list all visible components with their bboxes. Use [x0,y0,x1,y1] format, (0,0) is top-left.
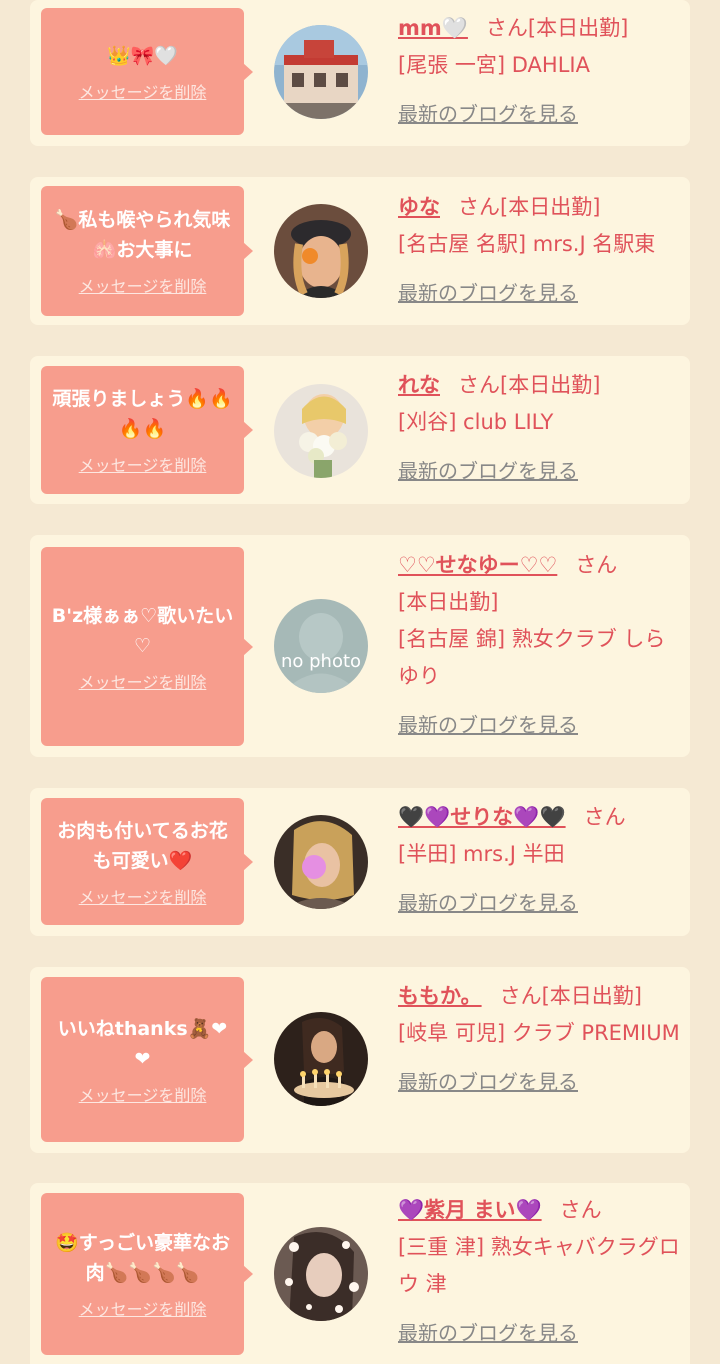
message-bubble: 🤩すっごい豪華なお肉🍗🍗🍗🍗 メッセージを削除 [41,1193,253,1355]
delete-message-link[interactable]: メッセージを削除 [79,273,207,297]
message-text: お肉も付いてるお花も可愛い❤️ [57,819,228,872]
message-bubble: 👑🎀🤍 メッセージを削除 [41,8,253,135]
cast-card: 🤩すっごい豪華なお肉🍗🍗🍗🍗 メッセージを削除 💜紫月 まい💜 さん [三重 津]… [30,1183,690,1364]
area-text: [三重 津] 熟女キャバクラグロウ 津 [398,1235,680,1296]
area-text: [岐阜 可児] クラブ PREMIUM [398,1021,680,1045]
message-bubble: いいねthanks🧸❤❤ メッセージを削除 [41,977,253,1142]
message-bubble: 頑張りましょう🔥🔥🔥🔥 メッセージを削除 [41,366,253,494]
cast-name-link[interactable]: 🖤💜せりな💜🖤 [398,805,566,829]
cast-info: れな さん[本日出勤] [刈谷] club LILY 最新のブログを見る [398,367,683,490]
area-text: [名古屋 名駅] mrs.J 名駅東 [398,232,656,256]
cast-info: 💜紫月 まい💜 さん [三重 津] 熟女キャバクラグロウ 津 最新のブログを見る [398,1192,683,1352]
no-photo-text: no photo [281,651,361,672]
cast-name-link[interactable]: ゆな [398,195,440,219]
delete-message-link[interactable]: メッセージを削除 [79,1296,207,1320]
san-label: さん[本日出勤] [485,16,629,40]
avatar[interactable]: no photo [274,599,368,693]
area-text: [名古屋 錦] 熟女クラブ しらゆり [398,627,666,688]
message-bubble: 🍗私も喉やられ気味🫁お大事に メッセージを削除 [41,186,253,316]
candles-photo-avatar-icon [274,1012,368,1106]
avatar[interactable] [274,204,368,298]
cast-card: 👑🎀🤍 メッセージを削除 mm🤍 さん[本日出勤] [尾張 一宮] DAHLIA … [30,0,690,146]
delete-message-link[interactable]: メッセージを削除 [79,79,207,103]
cast-info: ゆな さん[本日出勤] [名古屋 名駅] mrs.J 名駅東 最新のブログを見る [398,189,683,312]
blog-link[interactable]: 最新のブログを見る [398,453,683,490]
san-label: さん [575,553,618,577]
avatar[interactable] [274,1227,368,1321]
cast-name-link[interactable]: mm🤍 [398,16,468,40]
delete-message-link[interactable]: メッセージを削除 [79,452,207,476]
cast-name-link[interactable]: 💜紫月 まい💜 [398,1198,542,1222]
cast-info: ももか。 さん[本日出勤] [岐阜 可児] クラブ PREMIUM 最新のブログを… [398,978,683,1101]
blog-link[interactable]: 最新のブログを見る [398,707,683,744]
blog-link[interactable]: 最新のブログを見る [398,96,683,133]
status-text: [本日出勤] [398,590,499,614]
blog-link[interactable]: 最新のブログを見る [398,275,683,312]
blog-link[interactable]: 最新のブログを見る [398,885,683,922]
message-text: 頑張りましょう🔥🔥🔥🔥 [52,388,233,440]
avatar[interactable] [274,384,368,478]
bouquet-photo-avatar-icon [274,384,368,478]
message-text: 🍗私も喉やられ気味🫁お大事に [54,209,231,261]
cast-card: 頑張りましょう🔥🔥🔥🔥 メッセージを削除 れな さん[本日出勤] [刈谷] clu… [30,356,690,504]
message-bubble: B'z様ぁぁ♡歌いたい♡ メッセージを削除 [41,547,253,746]
san-label: さん [583,805,626,829]
cast-info: 🖤💜せりな💜🖤 さん [半田] mrs.J 半田 最新のブログを見る [398,799,683,922]
building-photo-avatar-icon [274,25,368,119]
delete-message-link[interactable]: メッセージを削除 [79,669,207,693]
cast-info: mm🤍 さん[本日出勤] [尾張 一宮] DAHLIA 最新のブログを見る [398,10,683,133]
avatar[interactable] [274,815,368,909]
delete-message-link[interactable]: メッセージを削除 [79,1082,207,1106]
san-label: さん[本日出勤] [499,984,642,1008]
cast-name-link[interactable]: ももか。 [398,984,482,1008]
no-photo-avatar-icon: no photo [274,599,368,693]
cast-card: いいねthanks🧸❤❤ メッセージを削除 ももか。 さん[本日出勤] [岐阜 可… [30,967,690,1153]
cast-info: ♡♡せなゆー♡♡ さん [本日出勤] [名古屋 錦] 熟女クラブ しらゆり 最新の… [398,547,683,744]
blog-link[interactable]: 最新のブログを見る [398,1064,683,1101]
area-text: [尾張 一宮] DAHLIA [398,53,590,77]
blonde-photo-avatar-icon [274,815,368,909]
avatar[interactable] [274,1012,368,1106]
san-label: さん[本日出勤] [458,373,601,397]
cast-name-link[interactable]: れな [398,373,440,397]
blog-link[interactable]: 最新のブログを見る [398,1315,683,1352]
cast-card: 🍗私も喉やられ気味🫁お大事に メッセージを削除 ゆな さん[本日出勤] [名古屋 … [30,177,690,325]
san-label: さん[本日出勤] [458,195,601,219]
message-text: B'z様ぁぁ♡歌いたい♡ [51,604,234,657]
avatar[interactable] [274,25,368,119]
area-text: [刈谷] club LILY [398,410,554,434]
delete-message-link[interactable]: メッセージを削除 [79,884,207,908]
cast-card: B'z様ぁぁ♡歌いたい♡ メッセージを削除 no photo ♡♡せなゆー♡♡ さ… [30,535,690,757]
police-hat-photo-avatar-icon [274,204,368,298]
san-label: さん [559,1198,602,1222]
sparkle-photo-avatar-icon [274,1227,368,1321]
message-text: 👑🎀🤍 [107,44,178,67]
message-bubble: お肉も付いてるお花も可愛い❤️ メッセージを削除 [41,798,253,925]
message-text: 🤩すっごい豪華なお肉🍗🍗🍗🍗 [55,1232,230,1284]
cast-card: お肉も付いてるお花も可愛い❤️ メッセージを削除 🖤💜せりな💜🖤 さん [半田] … [30,788,690,936]
cast-name-link[interactable]: ♡♡せなゆー♡♡ [398,553,557,577]
message-text: いいねthanks🧸❤❤ [57,1017,228,1070]
area-text: [半田] mrs.J 半田 [398,842,565,866]
